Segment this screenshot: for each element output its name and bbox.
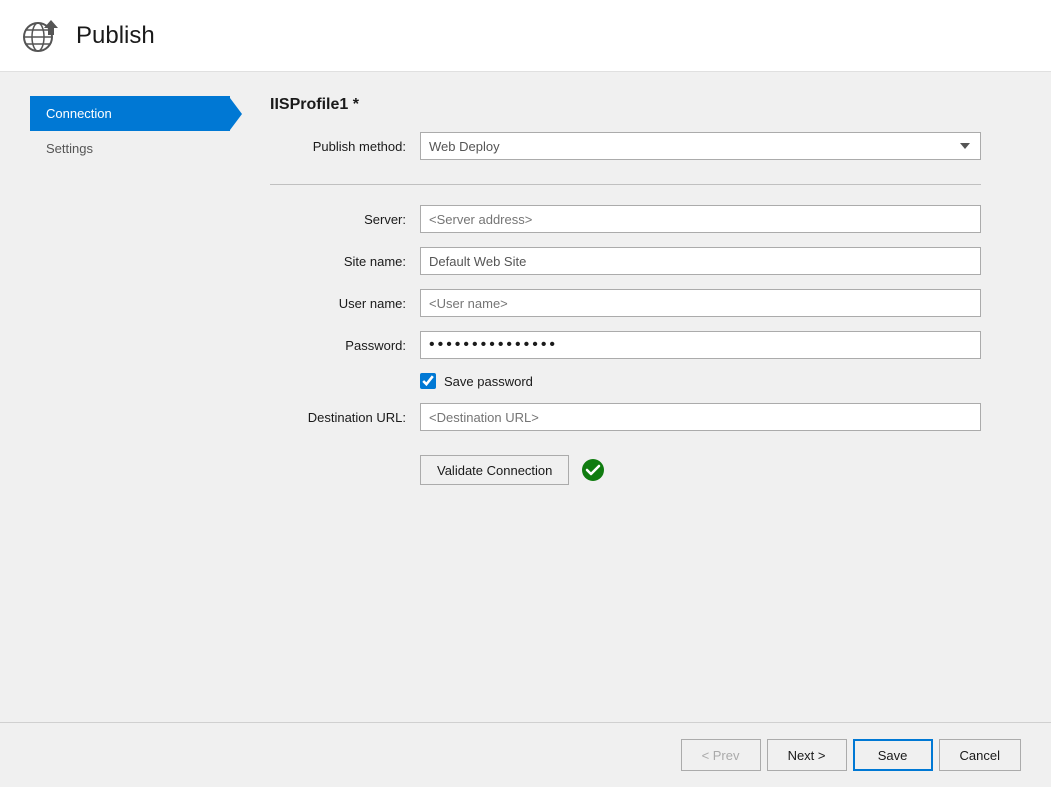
sidebar-item-connection-label: Connection: [46, 106, 112, 121]
footer: < Prev Next > Save Cancel: [0, 722, 1051, 787]
validate-connection-row: Validate Connection: [420, 455, 981, 485]
profile-title: IISProfile1 *: [270, 96, 981, 114]
server-row: Server:: [270, 205, 981, 233]
header: Publish: [0, 0, 1051, 72]
validate-connection-button[interactable]: Validate Connection: [420, 455, 569, 485]
server-label: Server:: [270, 212, 420, 227]
publish-method-select[interactable]: Web Deploy Web Deploy Package FTP File S…: [420, 132, 981, 160]
form-divider: [270, 184, 981, 185]
site-name-row: Site name:: [270, 247, 981, 275]
save-password-label[interactable]: Save password: [444, 374, 533, 389]
site-name-input[interactable]: [420, 247, 981, 275]
destination-url-input[interactable]: [420, 403, 981, 431]
password-input[interactable]: [420, 331, 981, 359]
sidebar-item-settings[interactable]: Settings: [30, 131, 230, 166]
next-button[interactable]: Next >: [767, 739, 847, 771]
validation-success-icon: [581, 458, 605, 482]
user-name-input[interactable]: [420, 289, 981, 317]
user-name-row: User name:: [270, 289, 981, 317]
cancel-button[interactable]: Cancel: [939, 739, 1021, 771]
password-label: Password:: [270, 338, 420, 353]
save-password-row: Save password: [420, 373, 981, 389]
publish-globe-icon: [20, 15, 62, 57]
user-name-label: User name:: [270, 296, 420, 311]
form-area: IISProfile1 * Publish method: Web Deploy…: [230, 96, 1021, 722]
sidebar-item-connection[interactable]: Connection: [30, 96, 230, 131]
destination-url-row: Destination URL:: [270, 403, 981, 431]
sidebar-item-settings-label: Settings: [46, 141, 93, 156]
page-title: Publish: [76, 22, 155, 50]
prev-button[interactable]: < Prev: [681, 739, 761, 771]
sidebar: Connection Settings: [30, 96, 230, 722]
password-row: Password:: [270, 331, 981, 359]
destination-url-label: Destination URL:: [270, 410, 420, 425]
publish-method-row: Publish method: Web Deploy Web Deploy Pa…: [270, 132, 981, 160]
publish-method-label: Publish method:: [270, 139, 420, 154]
site-name-label: Site name:: [270, 254, 420, 269]
save-password-checkbox[interactable]: [420, 373, 436, 389]
server-input[interactable]: [420, 205, 981, 233]
save-button[interactable]: Save: [853, 739, 933, 771]
